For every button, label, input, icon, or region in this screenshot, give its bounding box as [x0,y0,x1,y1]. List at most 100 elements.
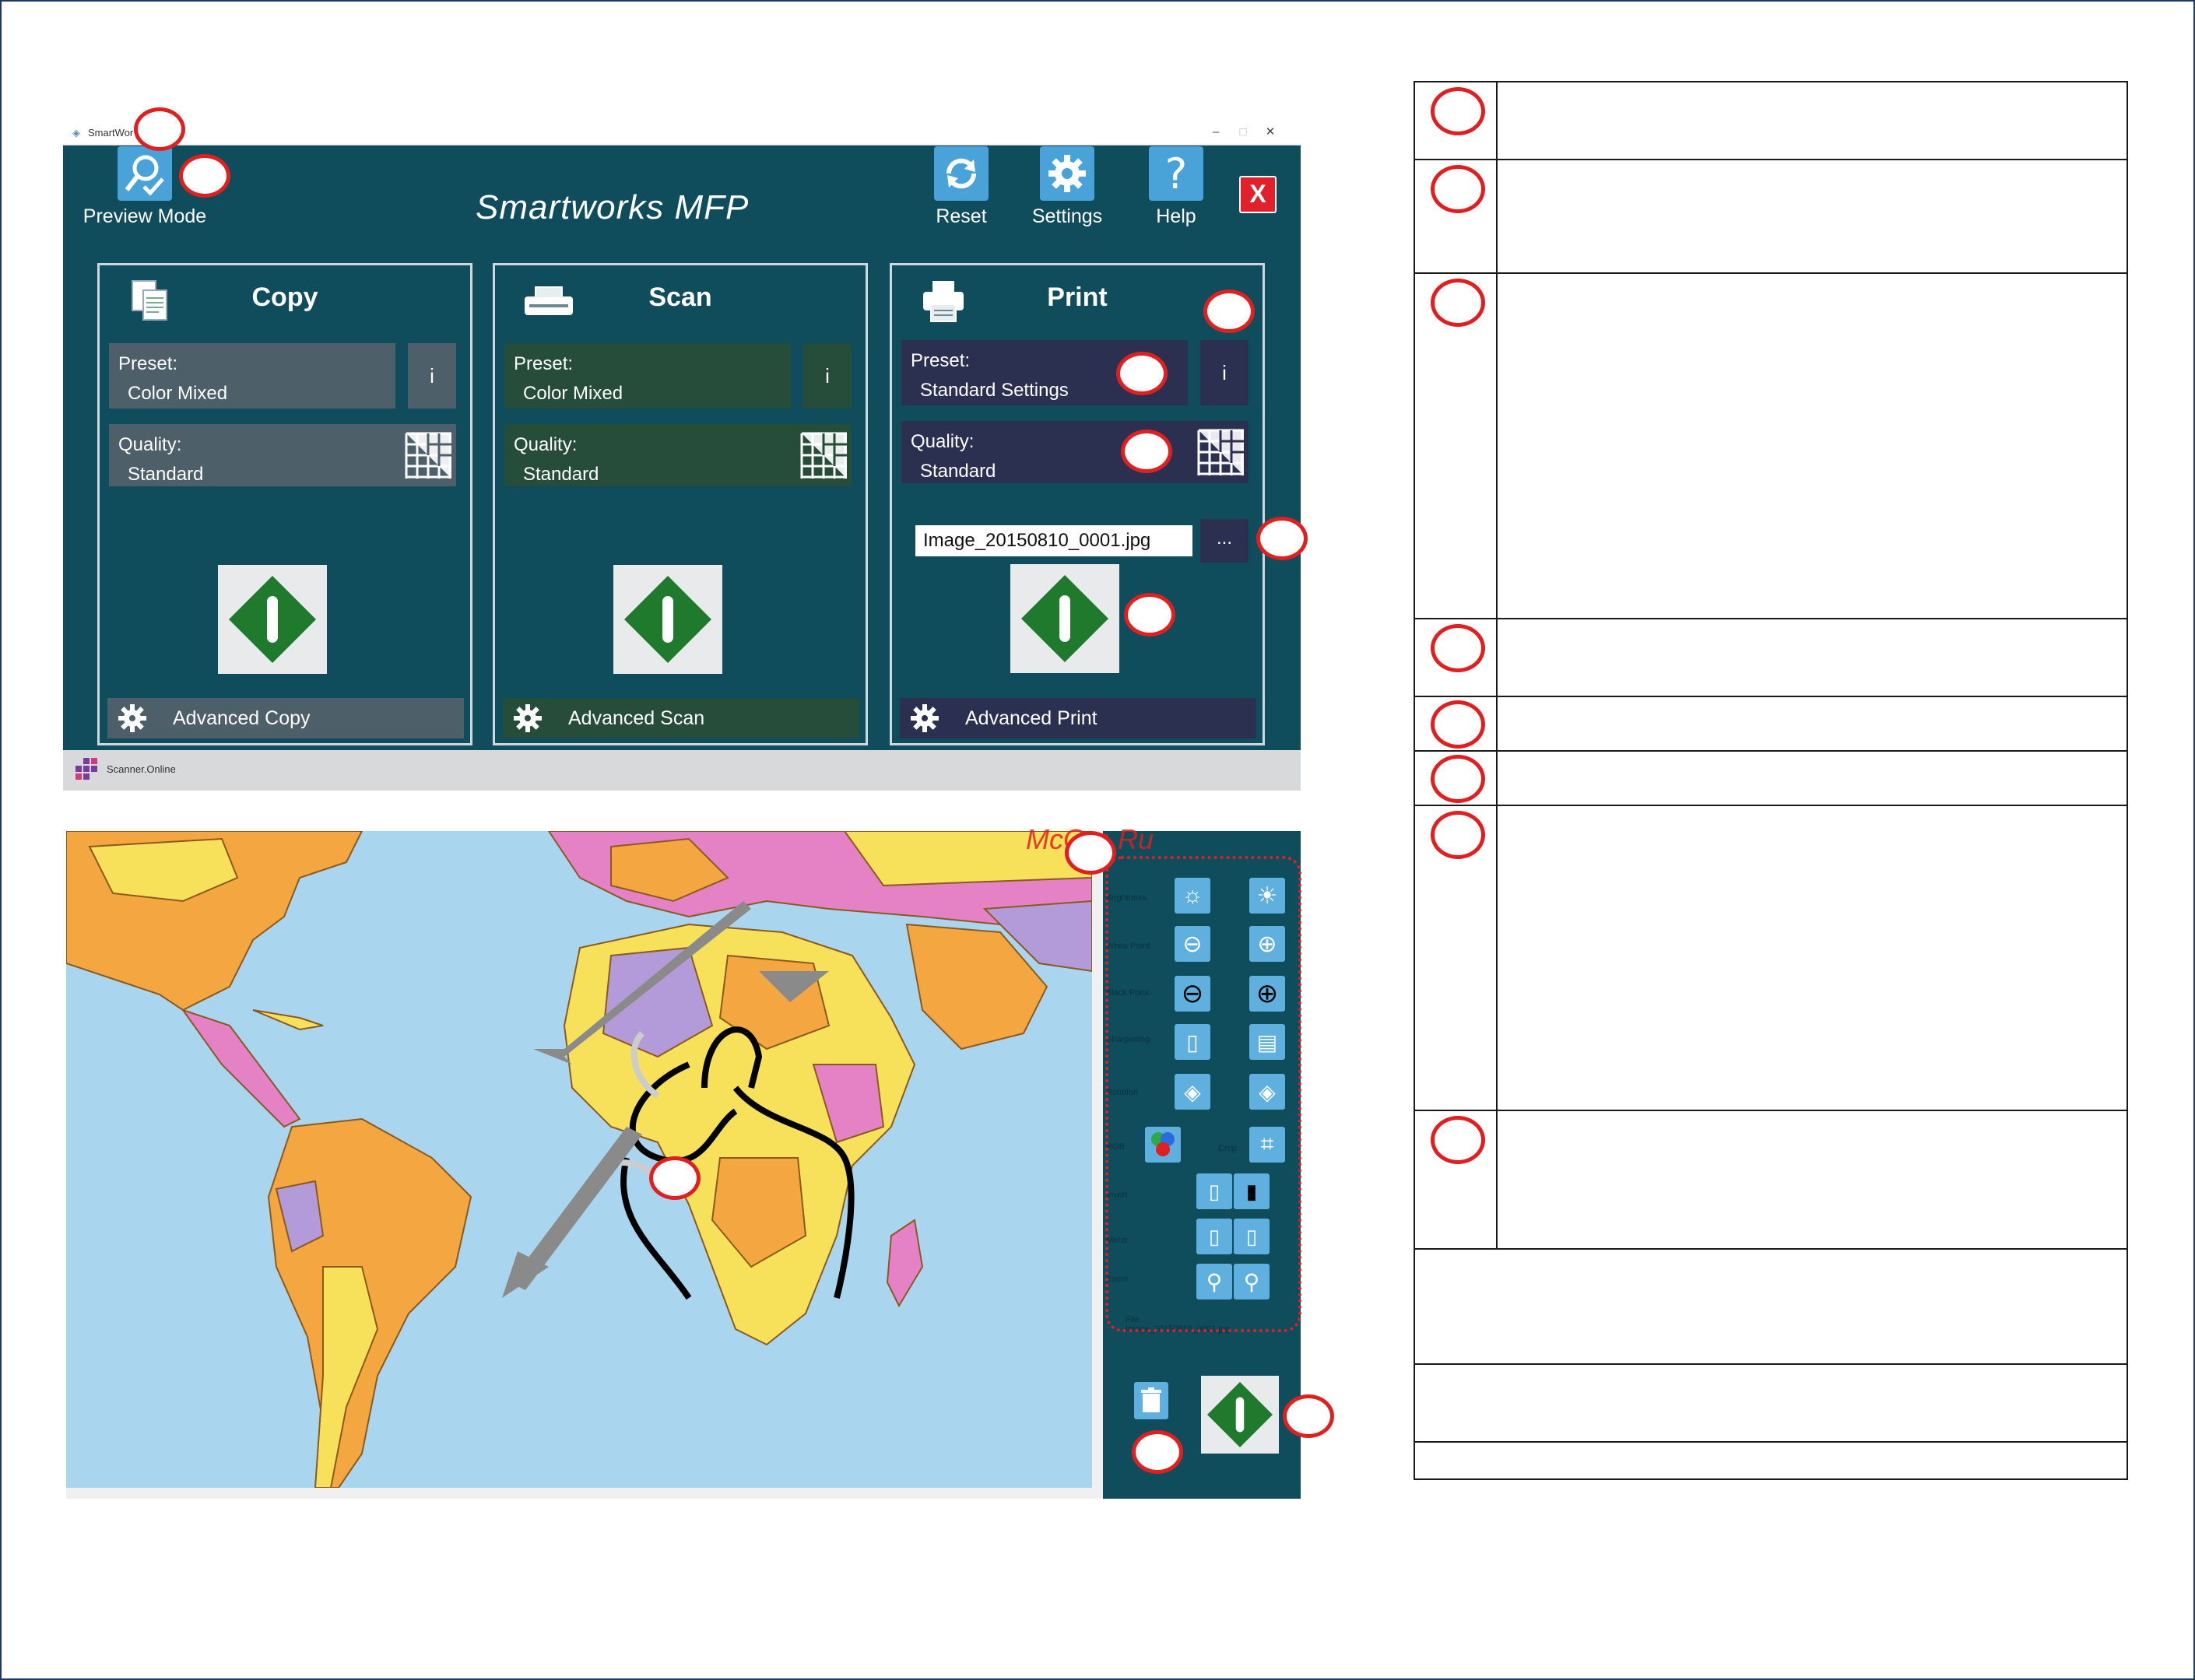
print-info-button[interactable]: i [1200,340,1249,405]
advanced-copy-gear-icon [118,704,146,732]
print-quality-value: Standard [920,461,996,482]
legend-wide-cell [1414,1441,2128,1480]
help-question-icon: ? [1149,146,1203,201]
copy-preset-field[interactable]: Preset: Color Mixed [109,343,395,409]
settings-gear-icon [1040,146,1094,201]
minimize-button[interactable]: – [1207,125,1224,140]
legend-callout-circle [1431,755,1485,803]
delete-button[interactable] [1134,1382,1168,1419]
copy-info-button[interactable]: i [408,343,456,409]
legend-row [1414,81,2128,160]
maximize-button[interactable]: □ [1234,125,1252,140]
callout-circle [1065,831,1116,875]
scan-preset-field[interactable]: Preset: Color Mixed [504,343,791,409]
legend-number-cell [1414,805,1498,1111]
advanced-copy-button[interactable]: Advanced Copy [107,698,464,738]
app-close-button[interactable]: X [1239,176,1277,213]
callout-circle [134,107,185,151]
reset-button[interactable]: Reset [922,146,1000,228]
copy-preset-value: Color Mixed [128,383,228,404]
app-title: Smartworks MFP [476,188,750,226]
legend-row [1414,1363,2128,1443]
legend-number-cell [1414,159,1498,274]
legend-description-cell [1496,696,2128,752]
window-title: SmartWor [88,127,134,139]
window-close-button[interactable]: ✕ [1262,125,1279,140]
trash-icon [1141,1387,1161,1412]
legend-row [1414,272,2128,619]
copy-quality-value: Standard [128,464,204,485]
legend-row [1414,696,2128,752]
legend-wide-cell [1414,1248,2128,1365]
legend-callout-circle [1431,87,1485,135]
callout-circle [1116,352,1168,395]
print-file-name-field[interactable]: Image_20150810_0001.jpg [915,525,1192,556]
print-browse-button[interactable]: ... [1200,519,1249,563]
scan-quality-grid-icon [800,432,847,479]
scan-preset-label: Preset: [514,353,574,374]
reset-icon [934,146,989,201]
legend-description-cell [1496,272,2128,619]
print-quality-label: Quality: [911,431,975,452]
settings-label: Settings [1031,205,1103,227]
callout-circle [649,1156,701,1200]
preview-start-button[interactable] [1201,1376,1279,1454]
reset-label: Reset [936,205,987,227]
map-preview-image[interactable] [66,831,1092,1488]
legend-callout-circle [1431,165,1485,213]
help-label: Help [1156,205,1196,227]
title-bar: ◈ SmartWor – □ ✕ [63,121,1301,146]
legend-description-cell [1496,1110,2128,1250]
scan-preset-value: Color Mixed [523,383,623,404]
legend-description-cell [1496,618,2128,697]
print-start-icon [1021,575,1108,662]
scan-start-icon [624,576,711,663]
advanced-print-button[interactable]: Advanced Print [900,698,1256,738]
settings-button[interactable]: Settings [1020,146,1114,228]
scanner-online-logo [76,758,97,780]
print-preset-label: Preset: [911,350,971,371]
legend-number-cell [1414,696,1498,752]
legend-description-cell [1496,750,2128,806]
copy-start-icon [229,576,316,663]
legend-callout-circle [1431,700,1485,749]
legend-callout-circle [1431,1116,1485,1164]
scan-start-button[interactable] [613,565,722,674]
copy-quality-grid-icon [405,432,451,479]
status-bar: Scanner.Online [63,750,1301,791]
copy-title: Copy [251,282,318,312]
callout-circle [1124,593,1175,637]
legend-number-cell [1414,618,1498,697]
callout-circle [1203,289,1255,333]
legend-row [1414,750,2128,806]
scan-quality-label: Quality: [514,434,578,455]
advanced-scan-button[interactable]: Advanced Scan [503,698,859,738]
print-start-button[interactable] [1010,564,1119,673]
legend-row [1414,1441,2128,1480]
legend-row [1414,618,2128,697]
legend-number-cell [1414,81,1498,160]
callout-circle [1132,1430,1183,1474]
main-window: ◈ SmartWor – □ ✕ Preview Mode Smartworks… [63,121,1301,791]
advanced-print-gear-icon [911,704,939,732]
world-map-image [66,831,1092,1488]
legend-number-cell [1414,1110,1498,1250]
scan-info-button[interactable]: i [803,343,852,409]
preview-magnifier-icon [118,146,172,201]
advanced-scan-gear-icon [514,704,542,732]
callout-circle [179,154,230,198]
help-button[interactable]: ? Help [1137,146,1215,228]
map-vertical-scrollbar[interactable] [1092,831,1103,1488]
scan-quality-value: Standard [523,464,599,485]
map-horizontal-scrollbar[interactable] [66,1488,1103,1499]
legend-callout-circle [1431,279,1485,327]
callout-circle [1121,430,1172,473]
advanced-print-label: Advanced Print [965,707,1098,729]
print-panel: Print Preset: Standard Settings i Qualit… [890,263,1265,745]
copy-preset-label: Preset: [118,353,178,374]
advanced-copy-label: Advanced Copy [173,707,311,729]
preview-start-icon [1207,1382,1273,1447]
copy-start-button[interactable] [218,565,327,674]
scan-panel: Scan Preset: Color Mixed i Quality: Stan… [493,263,868,745]
legend-table [1414,81,2128,1480]
